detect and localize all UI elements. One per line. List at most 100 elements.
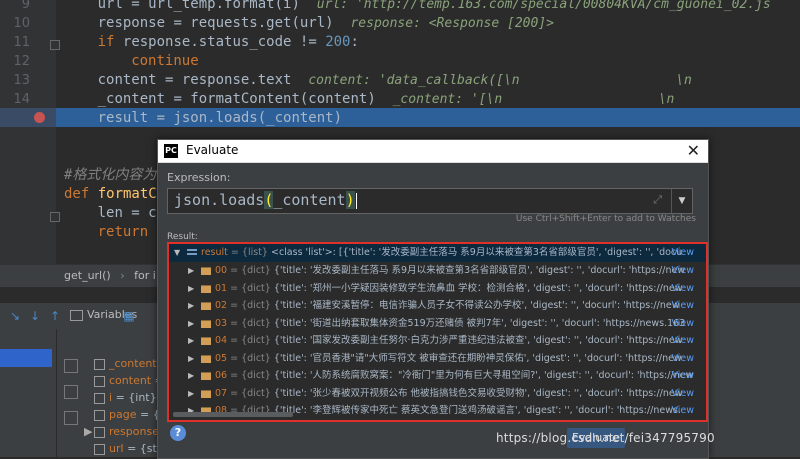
fold-icon[interactable] (50, 40, 60, 50)
remove-watch-icon[interactable] (64, 385, 78, 399)
variable-type-icon (94, 375, 105, 387)
item-index: 04 (215, 335, 228, 346)
frames-list[interactable] (0, 329, 57, 457)
expand-icon[interactable]: ▶ (188, 262, 194, 280)
inline-value-hint: url: 'http://temp.163.com/special/00804K… (316, 0, 771, 12)
breakpoint-icon[interactable] (34, 112, 45, 123)
view-link[interactable]: View (671, 280, 694, 298)
horizontal-scrollbar[interactable] (173, 412, 293, 417)
expand-icon[interactable]: ▶ (188, 385, 194, 403)
view-link[interactable]: View (671, 315, 694, 333)
item-index: 07 (215, 387, 228, 399)
expand-icon[interactable]: ▶ (188, 350, 194, 368)
result-item-row[interactable]: ▶ 06 = {dict} {'title': '人防系统腐败窝案："冷衙门"里为… (169, 367, 706, 385)
new-watch-icon[interactable] (64, 359, 78, 373)
code-line[interactable]: len = co (64, 204, 165, 223)
code-line[interactable]: _content = formatContent(content) _conte… (64, 90, 675, 109)
view-link[interactable]: View (671, 350, 694, 368)
code-line[interactable]: result = json.loads(_content) (64, 109, 342, 128)
item-value: {'title': '官员香港"请"大师写符文 被审查还在期盼神灵保佑', 'd… (273, 352, 682, 364)
line-number: 13 (13, 73, 30, 88)
step-into-icon[interactable]: ↓ (28, 309, 42, 323)
code-token: def (64, 186, 98, 202)
code-line[interactable]: def formatCo (64, 185, 165, 204)
collapse-icon[interactable]: ▼ (174, 244, 180, 262)
watch-up-icon[interactable] (64, 411, 78, 425)
inline-value-hint: _content: '[\n \n (392, 92, 675, 107)
breadcrumb-function[interactable]: get_url() (64, 269, 111, 282)
item-type: = {dict} (230, 265, 271, 276)
view-link[interactable]: View (671, 262, 694, 280)
expand-editor-icon[interactable]: ⤢ (653, 193, 662, 207)
variable-row[interactable]: content = (84, 372, 164, 390)
expand-icon[interactable]: ▶ (188, 367, 194, 385)
dict-type-icon (201, 267, 211, 275)
result-item-row[interactable]: ▶ 03 = {dict} {'title': '街道出纳套取集体资金519万还赌… (169, 315, 706, 333)
dialog-title-bar[interactable]: PC Evaluate ✕ (158, 140, 708, 163)
history-dropdown-icon[interactable]: ▼ (671, 189, 692, 213)
code-line[interactable]: response = requests.get(url) response: <… (64, 14, 554, 33)
expand-icon[interactable]: ▶ (188, 315, 194, 333)
result-item-row[interactable]: ▶ 01 = {dict} {'title': '郑州一小学疑因装修致学生流鼻血 … (169, 280, 706, 298)
result-root-row[interactable]: ▼ result = {list} <class 'list'>: [{'tit… (169, 244, 706, 262)
expand-icon[interactable]: ▶ (84, 423, 92, 441)
help-button[interactable]: ? (170, 425, 186, 441)
variables-icon (70, 309, 83, 321)
code-line[interactable]: content = response.text content: 'data_c… (64, 71, 692, 90)
result-item-row[interactable]: ▶ 04 = {dict} {'title': '国家发改委副主任努尔·白克力涉严… (169, 332, 706, 350)
view-link[interactable]: View (671, 297, 694, 315)
fold-icon[interactable] (50, 212, 60, 222)
item-type: = {dict} (230, 317, 271, 329)
item-type: = {dict} (230, 300, 271, 311)
text-caret (355, 192, 357, 209)
expand-icon[interactable]: ▶ (188, 297, 194, 315)
variable-name: page (109, 408, 137, 421)
inline-value-hint: content: 'data_callback([\n \n (308, 73, 692, 88)
code-token: url = url_temp.format(i) (97, 0, 317, 12)
view-link[interactable]: View (671, 402, 694, 420)
list-type-icon (187, 249, 197, 255)
dialog-title: Evaluate (186, 143, 239, 157)
code-line[interactable]: continue (64, 52, 198, 71)
step-out-icon[interactable]: ↑ (48, 309, 62, 323)
expression-input[interactable]: json.loads(_content) ⤢ ▼ (167, 188, 693, 214)
variable-name: content (109, 374, 152, 387)
view-link[interactable]: View (671, 367, 694, 385)
watermark: https://blog.csdn.net/fei347795790 (496, 431, 715, 445)
code-token: _content = formatContent(content) (97, 91, 393, 107)
item-index: 05 (215, 352, 228, 364)
variable-row[interactable]: i = {int} 2 (84, 389, 167, 407)
code-token: return c (97, 224, 166, 240)
result-type: = {list} (230, 247, 268, 258)
expression-text[interactable]: json.loads(_content) (174, 191, 357, 209)
evaluate-icon[interactable]: ▦ (122, 309, 136, 323)
view-link[interactable]: View (671, 385, 694, 403)
variable-type-icon (94, 358, 105, 370)
breadcrumb-separator: › (120, 269, 125, 282)
code-line[interactable]: return c (64, 223, 165, 242)
code-line[interactable]: url = url_temp.format(i) url: 'http://te… (64, 0, 771, 14)
code-line[interactable]: #格式化内容为 (64, 166, 156, 185)
expand-icon[interactable]: ▶ (188, 402, 194, 420)
expand-icon[interactable]: ▶ (188, 280, 194, 298)
result-item-row[interactable]: ▶ 02 = {dict} {'title': '福建安溪暂停：电信诈骗人员子女不… (169, 297, 706, 315)
variable-type-icon (94, 392, 105, 404)
line-number: 12 (13, 54, 30, 69)
dict-type-icon (201, 284, 211, 293)
code-token: len = co (97, 205, 166, 221)
result-item-row[interactable]: ▶ 07 = {dict} {'title': '张少春被双开视频公布 他被指搞钱… (169, 385, 706, 403)
view-link[interactable]: View (671, 244, 694, 262)
variable-name: _content (109, 357, 157, 370)
code-line[interactable]: if response.status_code != 200: (64, 33, 359, 52)
result-item-row[interactable]: ▶ 00 = {dict} {'title': '发改委副主任落马 系9月以来被查… (169, 262, 706, 280)
view-link[interactable]: View (671, 332, 694, 350)
selected-frame[interactable] (0, 349, 52, 367)
item-value: {'title': '发改委副主任落马 系9月以来被查第3名省部级官员', 'd… (273, 265, 686, 276)
step-over-icon[interactable]: ↘ (8, 309, 22, 323)
result-item-row[interactable]: ▶ 05 = {dict} {'title': '官员香港"请"大师写符文 被审查… (169, 350, 706, 368)
result-tree[interactable]: ▼ result = {list} <class 'list'>: [{'tit… (167, 242, 708, 422)
close-icon[interactable]: ✕ (687, 141, 700, 160)
line-gutter[interactable]: 9101112131414 (0, 0, 56, 264)
result-item-row[interactable]: ▶ 08 = {dict} {'title': '李登辉被传家中死亡 蔡英文急登门… (169, 402, 706, 420)
expand-icon[interactable]: ▶ (188, 332, 194, 350)
